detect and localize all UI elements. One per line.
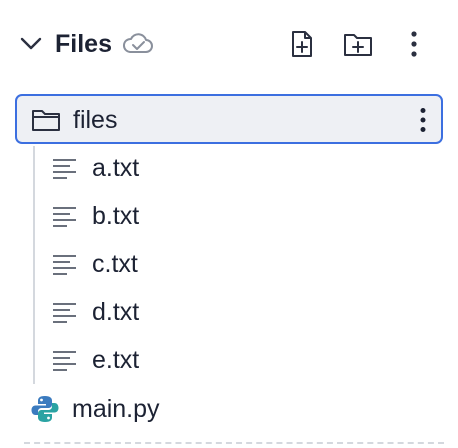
folder-plus-icon bbox=[344, 34, 372, 56]
file-label: d.txt bbox=[92, 298, 140, 326]
folder-label: files bbox=[73, 106, 118, 134]
folder-more-button[interactable] bbox=[413, 104, 433, 136]
file-label: b.txt bbox=[92, 202, 140, 230]
cloud-check-icon bbox=[122, 31, 154, 57]
text-file-icon bbox=[52, 157, 78, 181]
text-file-icon bbox=[52, 301, 78, 325]
more-options-button[interactable] bbox=[396, 26, 432, 62]
python-icon bbox=[30, 394, 60, 424]
files-header: Files bbox=[0, 0, 458, 88]
text-file-icon bbox=[52, 253, 78, 277]
tree-file-row[interactable]: d.txt bbox=[40, 290, 440, 336]
new-file-button[interactable] bbox=[284, 26, 320, 62]
new-folder-button[interactable] bbox=[340, 26, 376, 62]
panel-title: Files bbox=[55, 30, 112, 58]
text-file-icon bbox=[52, 349, 78, 373]
file-label: a.txt bbox=[92, 154, 140, 182]
file-label: c.txt bbox=[92, 250, 138, 278]
tree-file-row[interactable]: c.txt bbox=[40, 242, 440, 288]
divider bbox=[24, 442, 444, 444]
file-plus-icon bbox=[292, 31, 312, 57]
folder-icon bbox=[31, 108, 61, 132]
file-label: e.txt bbox=[92, 346, 140, 374]
tree-file-main-py[interactable]: main.py bbox=[20, 386, 440, 432]
tree-file-row[interactable]: e.txt bbox=[40, 338, 440, 384]
more-vertical-icon bbox=[411, 31, 417, 57]
tree-file-row[interactable]: b.txt bbox=[40, 194, 440, 240]
more-vertical-icon bbox=[420, 108, 426, 132]
tree-indent-guide bbox=[33, 146, 35, 384]
tree-file-row[interactable]: a.txt bbox=[40, 146, 440, 192]
text-file-icon bbox=[52, 205, 78, 229]
file-label: main.py bbox=[72, 395, 160, 423]
files-panel: Files files a.txt b.txt c.txt d.txt e.tx… bbox=[0, 0, 458, 448]
tree-folder-files[interactable]: files bbox=[15, 94, 443, 144]
chevron-down-icon[interactable] bbox=[18, 30, 44, 58]
